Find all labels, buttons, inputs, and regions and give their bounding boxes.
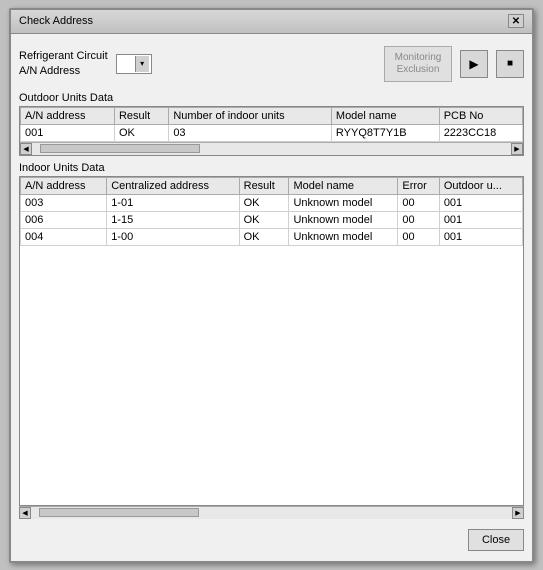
outdoor-scroll-thumb <box>40 144 200 153</box>
outdoor-col-an: A/N address <box>21 107 115 124</box>
indoor-col-model: Model name <box>289 177 398 194</box>
play-icon: ▶ <box>469 57 478 71</box>
indoor-horizontal-scrollbar[interactable]: ◀ ▶ <box>19 506 524 519</box>
indoor-scroll-left-icon[interactable]: ◀ <box>19 507 31 519</box>
indoor-scroll-track <box>31 507 512 518</box>
outdoor-scroll-track <box>32 143 511 154</box>
outdoor-scroll-right-icon[interactable]: ▶ <box>511 143 523 155</box>
indoor-col-centralized: Centralized address <box>107 177 239 194</box>
monitoring-btn-label: Monitoring Exclusion <box>387 52 449 76</box>
window-content: Refrigerant Circuit A/N Address ▾ Monito… <box>11 34 532 561</box>
outdoor-section-label: Outdoor Units Data <box>19 92 524 104</box>
outdoor-section: Outdoor Units Data A/N address Result Nu… <box>19 92 524 156</box>
refrigerant-dropdown[interactable]: ▾ <box>116 54 152 74</box>
indoor-section: Indoor Units Data A/N address Centralize… <box>19 162 524 519</box>
stop-icon: ■ <box>507 58 513 69</box>
table-row: 0061-15OKUnknown model00001 <box>21 211 523 228</box>
indoor-scroll-thumb <box>39 508 199 517</box>
table-row: 001OK03RYYQ8T7Y1B2223CC18 <box>21 124 523 141</box>
outdoor-col-indoor-count: Number of indoor units <box>169 107 332 124</box>
window-title: Check Address <box>19 15 93 27</box>
table-row: 0031-01OKUnknown model00001 <box>21 194 523 211</box>
outdoor-col-result: Result <box>114 107 168 124</box>
stop-button[interactable]: ■ <box>496 50 524 78</box>
outdoor-col-pcb: PCB No <box>439 107 522 124</box>
indoor-section-label: Indoor Units Data <box>19 162 524 174</box>
title-bar: Check Address ✕ <box>11 10 532 34</box>
window-close-button[interactable]: ✕ <box>508 14 524 28</box>
indoor-col-an: A/N address <box>21 177 107 194</box>
indoor-table-wrapper: A/N address Centralized address Result M… <box>19 176 524 506</box>
indoor-col-error: Error <box>398 177 439 194</box>
indoor-scroll-right-icon[interactable]: ▶ <box>512 507 524 519</box>
outdoor-table: A/N address Result Number of indoor unit… <box>20 107 523 142</box>
indoor-col-result: Result <box>239 177 289 194</box>
outdoor-horizontal-scrollbar[interactable]: ◀ ▶ <box>20 142 523 155</box>
play-button[interactable]: ▶ <box>460 50 488 78</box>
outdoor-table-wrapper: A/N address Result Number of indoor unit… <box>19 106 524 156</box>
refrigerant-label: Refrigerant Circuit A/N Address <box>19 49 108 78</box>
close-icon: ✕ <box>512 16 520 27</box>
monitoring-exclusion-button: Monitoring Exclusion <box>384 46 452 82</box>
check-address-window: Check Address ✕ Refrigerant Circuit A/N … <box>9 8 534 563</box>
table-row: 0041-00OKUnknown model00001 <box>21 228 523 245</box>
outdoor-header-row: A/N address Result Number of indoor unit… <box>21 107 523 124</box>
top-bar: Refrigerant Circuit A/N Address ▾ Monito… <box>19 42 524 86</box>
close-button[interactable]: Close <box>468 529 524 551</box>
indoor-header-row: A/N address Centralized address Result M… <box>21 177 523 194</box>
bottom-bar: Close <box>19 525 524 553</box>
indoor-table: A/N address Centralized address Result M… <box>20 177 523 246</box>
dropdown-arrow-icon[interactable]: ▾ <box>135 56 149 72</box>
outdoor-col-model: Model name <box>331 107 439 124</box>
outdoor-scroll-left-icon[interactable]: ◀ <box>20 143 32 155</box>
indoor-col-outdoor: Outdoor u... <box>439 177 522 194</box>
